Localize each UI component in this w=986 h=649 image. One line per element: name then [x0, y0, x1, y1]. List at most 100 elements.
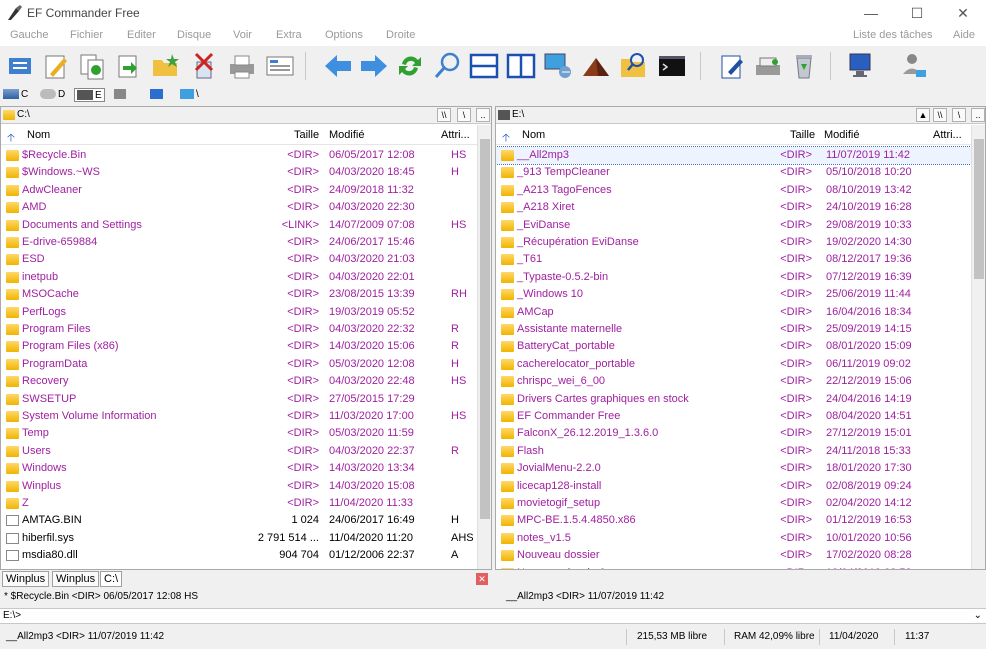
- list-item[interactable]: _A213 TagoFences <DIR> 08/10/2019 13:42: [496, 182, 971, 199]
- menu-droite[interactable]: Droite: [386, 29, 415, 41]
- menu-extra[interactable]: Extra: [276, 29, 302, 41]
- edit-icon[interactable]: [40, 50, 72, 82]
- list-item[interactable]: SWSETUP <DIR> 27/05/2015 17:29: [1, 391, 477, 408]
- col-size[interactable]: Taille: [294, 129, 319, 141]
- menu-help[interactable]: Aide: [953, 29, 975, 41]
- tab-c-root[interactable]: C:\: [100, 571, 123, 587]
- list-item[interactable]: ESD <DIR> 04/03/2020 21:03: [1, 251, 477, 268]
- left-scrollbar[interactable]: [477, 125, 491, 569]
- list-item[interactable]: Winplus <DIR> 14/03/2020 15:08: [1, 478, 477, 495]
- close-button[interactable]: ✕: [940, 0, 986, 26]
- menu-fichier[interactable]: Fichier: [70, 29, 103, 41]
- list-item[interactable]: Program Files <DIR> 04/03/2020 22:32 R: [1, 321, 477, 338]
- list-item[interactable]: _Windows 10 <DIR> 25/06/2019 11:44: [496, 286, 971, 303]
- col-size[interactable]: Taille: [790, 129, 815, 141]
- col-attr[interactable]: Attri...: [933, 129, 962, 141]
- col-modified[interactable]: Modifié: [824, 129, 859, 141]
- list-item[interactable]: Nouveau dossier <DIR> 17/02/2020 08:28: [496, 547, 971, 564]
- root-button[interactable]: \: [180, 88, 199, 102]
- list-item[interactable]: Temp <DIR> 05/03/2020 11:59: [1, 425, 477, 442]
- left-back-button[interactable]: \: [457, 108, 471, 122]
- col-name[interactable]: Nom: [522, 129, 545, 141]
- list-item[interactable]: JovialMenu-2.2.0 <DIR> 18/01/2020 17:30: [496, 460, 971, 477]
- list-item[interactable]: notes_v1.5 <DIR> 10/01/2020 10:56: [496, 530, 971, 547]
- list-item[interactable]: Flash <DIR> 24/11/2018 15:33: [496, 443, 971, 460]
- list-item[interactable]: AdwCleaner <DIR> 24/09/2018 11:32: [1, 182, 477, 199]
- list-item[interactable]: AMD <DIR> 04/03/2020 22:30: [1, 199, 477, 216]
- menu-editer[interactable]: Editer: [127, 29, 156, 41]
- left-panel[interactable]: C:\ \\ \ .. 🡡 Nom Taille Modifié Attri..…: [0, 106, 492, 570]
- right-back-button[interactable]: \: [952, 108, 966, 122]
- menu-disque[interactable]: Disque: [177, 29, 211, 41]
- move-icon[interactable]: [112, 50, 144, 82]
- list-item[interactable]: PerfLogs <DIR> 19/03/2019 05:52: [1, 304, 477, 321]
- list-item[interactable]: EF Commander Free <DIR> 08/04/2020 14:51: [496, 408, 971, 425]
- list-item[interactable]: ProgramData <DIR> 05/03/2020 12:08 H: [1, 356, 477, 373]
- list-item[interactable]: AMTAG.BIN 1 024 24/06/2017 16:49 H: [1, 512, 477, 529]
- right-scrollbar[interactable]: [971, 125, 985, 569]
- left-scroll-thumb[interactable]: [480, 139, 490, 519]
- eject-icon[interactable]: ▲: [916, 108, 930, 122]
- list-item[interactable]: System Volume Information <DIR> 11/03/2020…: [1, 408, 477, 425]
- print-icon[interactable]: [226, 50, 258, 82]
- menu-options[interactable]: Options: [325, 29, 363, 41]
- left-up-button[interactable]: ..: [476, 108, 490, 122]
- list-item[interactable]: chrispc_wei_6_00 <DIR> 22/12/2019 15:06: [496, 373, 971, 390]
- close-tab-icon[interactable]: ✕: [476, 573, 488, 585]
- list-item[interactable]: MPC-BE.1.5.4.4850.x86 <DIR> 01/12/2019 16:…: [496, 512, 971, 529]
- list-item[interactable]: Windows <DIR> 14/03/2020 13:34: [1, 460, 477, 477]
- drive-d-button[interactable]: D: [40, 88, 65, 102]
- menu-icon[interactable]: [4, 50, 36, 82]
- list-item[interactable]: __All2mp3 <DIR> 11/07/2019 11:42: [496, 146, 972, 165]
- chevron-down-icon[interactable]: ⌄: [974, 609, 982, 623]
- list-item[interactable]: FalconX_26.12.2019_1.3.6.0 <DIR> 27/12/201…: [496, 425, 971, 442]
- scanner-icon[interactable]: [752, 50, 784, 82]
- desktop-button[interactable]: [150, 88, 165, 102]
- network-drive-button[interactable]: [114, 88, 128, 102]
- search-icon[interactable]: [432, 50, 464, 82]
- right-scroll-thumb[interactable]: [974, 139, 984, 279]
- find-folder-icon[interactable]: [618, 50, 650, 82]
- list-item[interactable]: _913 TempCleaner <DIR> 05/10/2018 10:20: [496, 164, 971, 181]
- refresh-icon[interactable]: [394, 50, 426, 82]
- copy-icon[interactable]: [76, 50, 108, 82]
- monitor-icon[interactable]: [845, 50, 877, 82]
- list-item[interactable]: Drivers Cartes graphiques en stock <DIR> 2…: [496, 391, 971, 408]
- recycle-bin-icon[interactable]: [788, 50, 820, 82]
- arrow-left-icon[interactable]: [322, 50, 354, 82]
- right-panel[interactable]: E:\ ▲ \\ \ .. 🡡 Nom Taille Modifié Attri…: [495, 106, 986, 570]
- list-item[interactable]: cacherelocator_portable <DIR> 06/11/2019 0…: [496, 356, 971, 373]
- notepad-icon[interactable]: [716, 50, 748, 82]
- user-settings-icon[interactable]: [898, 50, 930, 82]
- list-item[interactable]: _EviDanse <DIR> 29/08/2019 10:33: [496, 217, 971, 234]
- list-item[interactable]: $Recycle.Bin <DIR> 06/05/2017 12:08 HS: [1, 147, 477, 164]
- arrow-right-icon[interactable]: [358, 50, 390, 82]
- list-item[interactable]: E-drive-659884 <DIR> 24/06/2017 15:46: [1, 234, 477, 251]
- menu-voir[interactable]: Voir: [233, 29, 252, 41]
- command-line[interactable]: E:\> ⌄: [0, 608, 986, 624]
- list-item[interactable]: Documents and Settings <LINK> 14/07/2009 0…: [1, 217, 477, 234]
- terminal-icon[interactable]: [656, 50, 688, 82]
- list-item[interactable]: movietogif_setup <DIR> 02/04/2020 14:12: [496, 495, 971, 512]
- minimize-button[interactable]: —: [848, 0, 894, 26]
- menu-task-list[interactable]: Liste des tâches: [853, 29, 933, 41]
- tab-winplus-2[interactable]: Winplus: [52, 571, 100, 587]
- menu-gauche[interactable]: Gauche: [10, 29, 49, 41]
- list-item[interactable]: Recovery <DIR> 04/03/2020 22:48 HS: [1, 373, 477, 390]
- network-icon[interactable]: [542, 50, 574, 82]
- list-item[interactable]: BatteryCat_portable <DIR> 08/01/2020 15:09: [496, 338, 971, 355]
- left-path-bar[interactable]: C:\ \\ \ ..: [1, 107, 491, 124]
- list-item[interactable]: licecap128-install <DIR> 02/08/2019 09:24: [496, 478, 971, 495]
- properties-icon[interactable]: [264, 50, 296, 82]
- list-item[interactable]: AMCap <DIR> 16/04/2016 18:34: [496, 304, 971, 321]
- pyramid-icon[interactable]: [580, 50, 612, 82]
- drive-c-button[interactable]: C: [3, 88, 28, 102]
- list-item[interactable]: _A218 Xiret <DIR> 24/10/2019 16:28: [496, 199, 971, 216]
- delete-icon[interactable]: [188, 50, 220, 82]
- right-up-button[interactable]: ..: [971, 108, 985, 122]
- sort-up-icon[interactable]: 🡡: [502, 129, 510, 148]
- list-item[interactable]: _Récupération EviDanse <DIR> 19/02/2020 14…: [496, 234, 971, 251]
- list-item[interactable]: Program Files (x86) <DIR> 14/03/2020 15:06…: [1, 338, 477, 355]
- right-root-button[interactable]: \\: [933, 108, 947, 122]
- list-item[interactable]: Nouveau dossier0 <DIR> 19/04/2019 08:53: [496, 565, 971, 569]
